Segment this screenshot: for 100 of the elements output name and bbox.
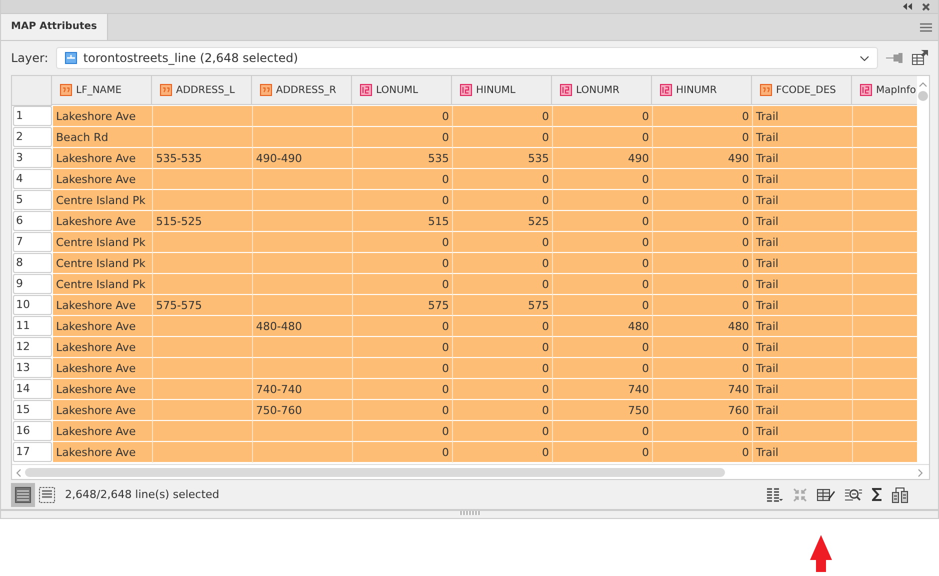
table-cell: 0 [453,190,553,211]
column-header[interactable]: ADDRESS_L [152,76,252,105]
row-number[interactable]: 9 [13,274,52,294]
number-field-icon [860,84,872,96]
table-cell: 750-760 [253,400,353,421]
row-number[interactable]: 6 [13,211,52,231]
layer-dropdown[interactable]: torontostreets_line (2,648 selected) [56,47,878,69]
table-cell: 0 [653,253,753,274]
row-number[interactable]: 13 [13,358,52,378]
table-cell: Trail [753,337,853,358]
table-cell: 525 [453,211,553,232]
row-number[interactable]: 16 [13,421,52,441]
table-cell: Lakeshore Ave [53,358,153,379]
table-cell: 490 [553,148,653,169]
column-list-icon[interactable] [767,488,783,502]
column-header[interactable]: LF_NAME [52,76,152,105]
table-cell: Centre Island Pk [53,232,153,253]
table-cell: Lakeshore Ave [53,211,153,232]
pin-icon[interactable] [886,53,904,63]
column-header[interactable]: LONUML [352,76,452,105]
table-cell: 0 [453,232,553,253]
table-view-button[interactable] [11,482,35,506]
table-cell: 0 [353,400,453,421]
search-icon[interactable] [845,488,862,502]
compare-tables-icon[interactable] [892,486,908,502]
table-export-icon[interactable] [912,50,928,66]
table-cell: Trail [753,400,853,421]
row-number[interactable]: 3 [13,148,52,168]
row-number[interactable]: 5 [13,190,52,210]
table-cell: 0 [353,253,453,274]
scroll-right-icon[interactable] [918,468,923,476]
table-cell: Lakeshore Ave [53,421,153,442]
table-cell: 0 [353,232,453,253]
table-cell: Lakeshore Ave [53,442,153,463]
row-number[interactable]: 8 [13,253,52,273]
table-cell: 0 [453,337,553,358]
table-cell: 0 [453,379,553,400]
table-cell: 0 [353,442,453,463]
table-cell: 0 [553,232,653,253]
table-cell: Trail [753,127,853,148]
column-header[interactable]: HINUMR [652,76,752,105]
table-cell: 490-490 [253,148,353,169]
table-cell: 0 [453,274,553,295]
table-cell: Lakeshore Ave [53,400,153,421]
number-field-icon [360,84,372,96]
table-cell: Trail [753,316,853,337]
number-field-icon [660,84,672,96]
scroll-up-icon[interactable] [919,82,927,87]
table-cell: 0 [553,337,653,358]
menu-icon[interactable] [920,22,932,32]
table-cell: 0 [653,421,753,442]
row-number[interactable]: 14 [13,379,52,399]
column-header[interactable]: LONUMR [552,76,652,105]
table-cell: 535 [353,148,453,169]
horizontal-scrollbar[interactable] [12,464,929,479]
scroll-thumb[interactable] [25,468,725,477]
row-number[interactable]: 12 [13,337,52,357]
table-cell: 0 [453,253,553,274]
column-header[interactable]: ADDRESS_R [252,76,352,105]
row-number[interactable]: 1 [13,106,52,126]
column-header[interactable]: MapInfo [852,76,920,105]
table-cell: Trail [753,106,853,127]
column-header[interactable]: FCODE_DES [752,76,852,105]
table-cell: 0 [353,421,453,442]
panel-tab[interactable]: MAP Attributes [1,14,108,40]
table-cell: 535 [453,148,553,169]
row-number[interactable]: 4 [13,169,52,189]
scroll-left-icon[interactable] [16,468,21,476]
table-cell: 0 [553,274,653,295]
row-number[interactable]: 7 [13,232,52,252]
table-cell: Trail [753,169,853,190]
vertical-scrollbar[interactable] [917,76,929,464]
table-cell: 740 [553,379,653,400]
table-cell: 0 [653,127,753,148]
table-cell: 0 [653,295,753,316]
row-number[interactable]: 15 [13,400,52,420]
text-field-icon [60,84,72,96]
edit-table-icon[interactable] [817,488,835,502]
table-cell: 0 [453,316,553,337]
annotation-arrow [810,535,832,572]
collapse-icon[interactable] [903,3,912,10]
resize-grip-icon[interactable] [460,511,480,515]
close-icon[interactable] [922,2,930,10]
table-cell: Trail [753,421,853,442]
table-cell: 575-575 [153,295,253,316]
table-cell: 0 [353,337,453,358]
table-cell: Lakeshore Ave [53,379,153,400]
table-cell: 480 [553,316,653,337]
table-cell: Centre Island Pk [53,253,153,274]
row-number[interactable]: 10 [13,295,52,315]
row-number[interactable]: 11 [13,316,52,336]
row-number[interactable]: 2 [13,127,52,147]
column-header[interactable]: HINUML [452,76,552,105]
table-cell: 0 [653,274,753,295]
scroll-thumb[interactable] [918,91,928,101]
sum-icon[interactable] [872,488,882,501]
chevron-down-icon [860,56,869,60]
row-number[interactable]: 17 [13,442,52,462]
table-cell: 0 [653,190,753,211]
table-cell: 0 [453,400,553,421]
